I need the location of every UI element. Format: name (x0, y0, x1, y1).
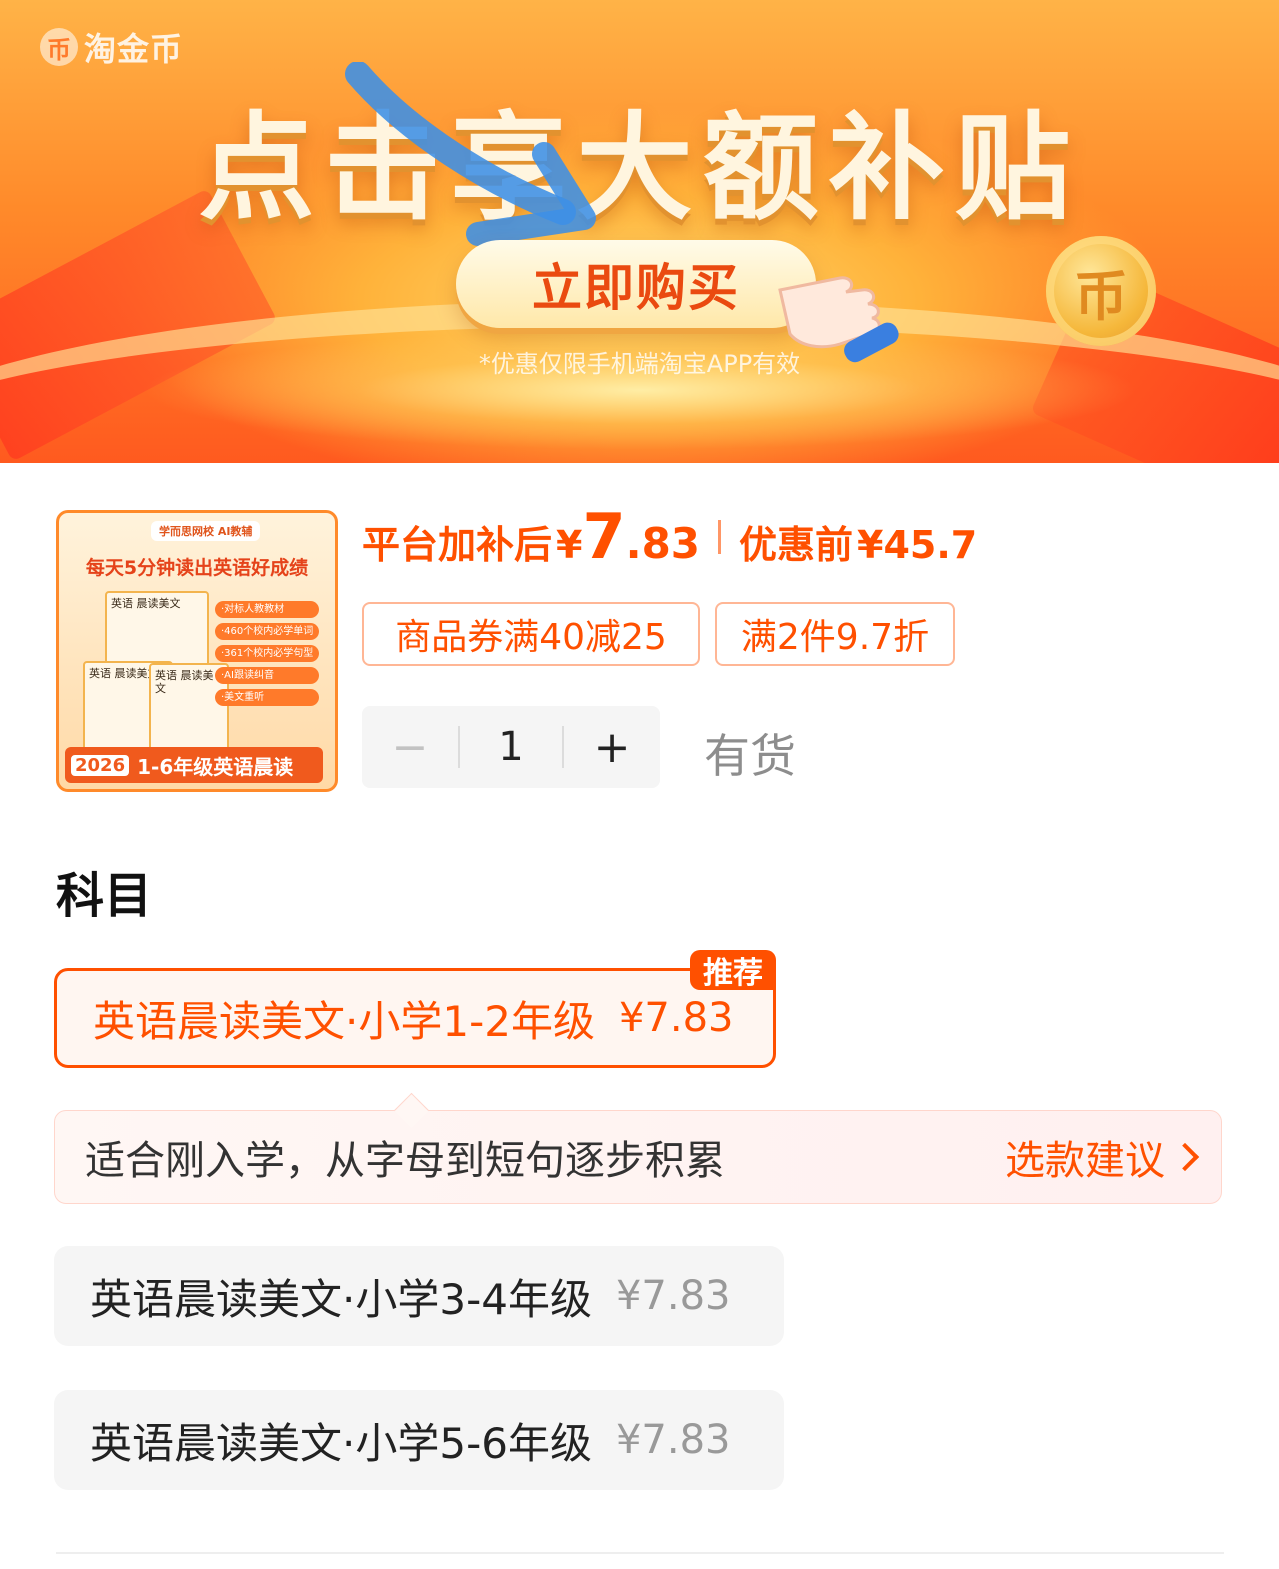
original-price: 45.7 (883, 523, 978, 567)
option-price: ¥7.83 (615, 1417, 731, 1463)
tip-text: 适合刚入学，从字母到短句逐步积累 (85, 1138, 725, 1184)
selection-advice-label: 选款建议 (1005, 1138, 1165, 1184)
quantity-value[interactable]: 1 (460, 724, 562, 770)
recommend-badge: 推荐 (690, 950, 776, 991)
stock-status: 有货 (704, 729, 796, 783)
chevron-right-icon (1170, 1142, 1200, 1172)
discount-tag[interactable]: 满2件9.7折 (715, 602, 955, 666)
feature-pill: ·美文重听 (215, 689, 319, 706)
thumbnail-tagline: 每天5分钟读出英语好成绩 (85, 557, 309, 579)
banner-title: 点击享大额补贴 (198, 101, 1081, 236)
option-grade-1-2[interactable]: 英语晨读美文·小学1-2年级 ¥7.83 (54, 968, 776, 1068)
option-tip: 适合刚入学，从字母到短句逐步积累 选款建议 (54, 1092, 1222, 1204)
option-price: ¥7.83 (618, 995, 734, 1041)
option-name: 英语晨读美文·小学3-4年级 (90, 1274, 592, 1324)
original-price-currency: ¥ (857, 523, 884, 567)
coin-icon: 币 (1046, 236, 1156, 346)
thumbnail-year: 2026 (71, 754, 130, 776)
option-grade-3-4[interactable]: 英语晨读美文·小学3-4年级 ¥7.83 (54, 1246, 784, 1346)
promo-banner[interactable]: 币 淘金币 点击享大额补贴 币 立即购买 *优惠仅限手机端淘宝APP有效 (0, 0, 1279, 463)
section-title: 科目 (56, 868, 153, 924)
option-name: 英语晨读美文·小学1-2年级 (93, 996, 595, 1046)
decrement-button[interactable]: − (362, 722, 458, 773)
divider (56, 1552, 1224, 1554)
option-grade-5-6[interactable]: 英语晨读美文·小学5-6年级 ¥7.83 (54, 1390, 784, 1490)
thumbnail-brand: 学而思网校 AI教辅 (151, 521, 261, 541)
feature-pill: ·361个校内必学句型 (215, 645, 319, 662)
tip-caret (393, 1092, 430, 1129)
increment-button[interactable]: + (564, 722, 660, 773)
price-integer: 7 (582, 500, 626, 573)
feature-pill: ·对标人教教材 (215, 601, 319, 618)
book-label: 英语 晨读美文 (111, 597, 181, 610)
feature-pill: ·AI跟读纠音 (215, 667, 319, 684)
coin-icon: 币 (40, 28, 78, 66)
feature-pill: ·460个校内必学单词 (215, 623, 319, 640)
thumbnail-footer: 2026 1-6年级英语晨读 (65, 747, 323, 783)
selection-advice-link[interactable]: 选款建议 (1005, 1128, 1200, 1186)
coupon-tag[interactable]: 商品券满40减25 (362, 602, 700, 666)
price-currency: ¥ (556, 523, 583, 567)
product-thumbnail[interactable]: 学而思网校 AI教辅 每天5分钟读出英语好成绩 英语 晨读美文 英语 晨读美文 … (56, 510, 338, 792)
price-line: 平台加补后 ¥ 7 .83 优惠前 ¥ 45.7 (362, 500, 977, 573)
banner-note: *优惠仅限手机端淘宝APP有效 (478, 350, 801, 378)
option-price: ¥7.83 (615, 1273, 731, 1319)
arrow-icon (345, 62, 596, 246)
taojinbi-logo: 币 淘金币 (40, 24, 183, 70)
original-price-label: 优惠前 (739, 523, 854, 567)
buy-now-button[interactable]: 立即购买 (456, 240, 816, 328)
price-divider (718, 519, 722, 554)
price-decimal: .83 (625, 519, 701, 568)
logo-text: 淘金币 (84, 30, 184, 68)
price-label: 平台加补后 (362, 523, 553, 567)
quantity-stepper: − 1 + (362, 706, 660, 788)
option-name: 英语晨读美文·小学5-6年级 (90, 1418, 592, 1468)
thumbnail-footer-text: 1-6年级英语晨读 (137, 754, 294, 779)
